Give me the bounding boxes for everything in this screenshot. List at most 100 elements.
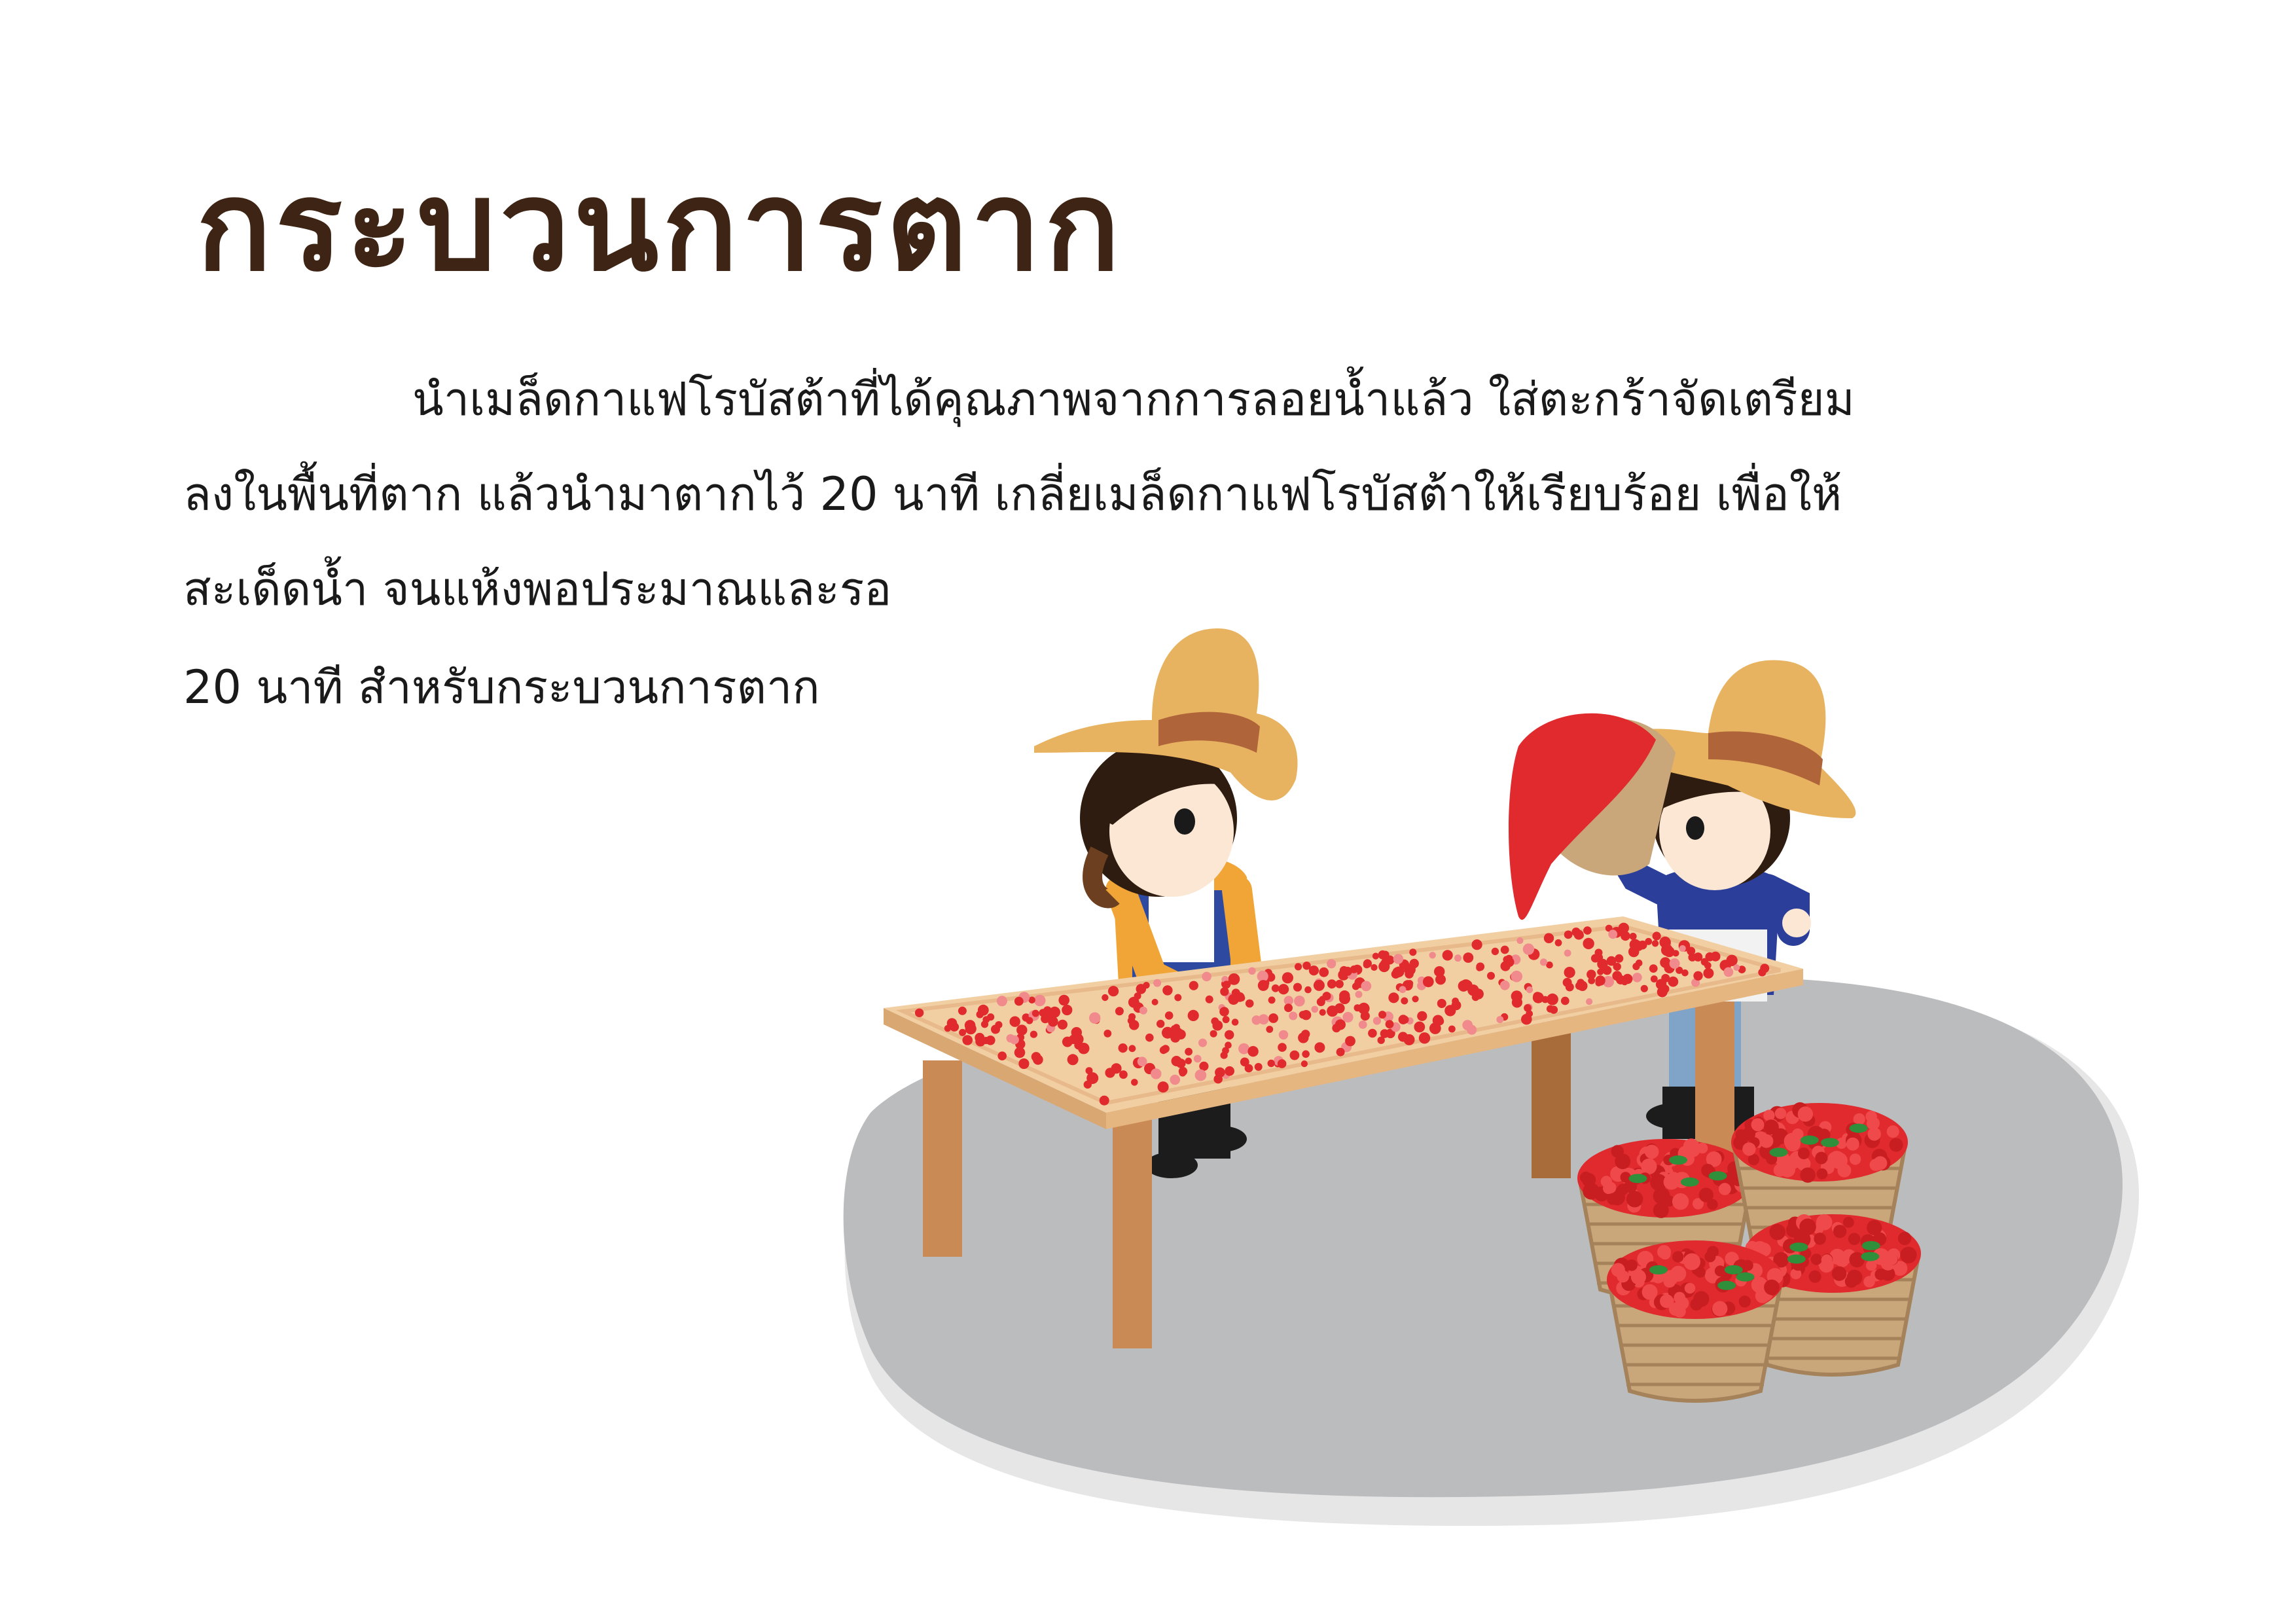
coffee-cherry [1115,1007,1124,1016]
cherry-basket [1607,1240,1784,1403]
coffee-cherry-baskets [1577,1102,1921,1403]
coffee-cherry [1302,1050,1310,1058]
coffee-cherry [1289,1050,1300,1060]
coffee-cherry [1372,952,1379,960]
coffee-cherry [958,1006,967,1015]
coffee-cherry [1153,979,1162,987]
coffee-cherry [1422,976,1434,988]
coffee-cherry [1399,986,1407,994]
coffee-cherry [1385,1020,1394,1029]
coffee-cherry [1377,1036,1385,1044]
coffee-cherry [1608,929,1618,939]
coffee-cherry [1398,1032,1408,1042]
coffee-cherry [1049,1006,1060,1018]
coffee-cherry [1151,998,1158,1005]
coffee-cherry [1164,1011,1174,1020]
coffee-cherry [950,1022,960,1032]
coffee-cherry [1058,994,1069,1006]
coffee-cherry [1669,958,1680,969]
coffee-cherry [1355,990,1363,998]
coffee-cherry [980,1020,989,1028]
coffee-cherry [1175,1029,1186,1040]
coffee-cherry [977,1004,989,1016]
coffee-cherry [1185,1057,1193,1065]
coffee-cherry [1560,996,1570,1005]
coffee-cherry [1516,937,1524,945]
coffee-cherry [1401,997,1408,1005]
coffee-cherry [1268,1013,1278,1023]
coffee-cherry [1612,971,1623,981]
coffee-cherry [1583,926,1592,935]
coffee-cherry [1179,1069,1187,1077]
coffee-cherry [1294,963,1302,971]
coffee-cherry [1089,1012,1101,1024]
coffee-cherry [1128,1013,1136,1020]
coffee-cherry [997,1051,1007,1060]
coffee-cherry [1491,947,1499,956]
coffee-cherry [1437,999,1446,1008]
coffee-cherry [1068,1034,1079,1044]
coffee-cherry [1319,967,1329,977]
coffee-cherry [1511,970,1522,983]
coffee-cherry [1564,930,1573,939]
coffee-cherry [1257,980,1269,991]
coffee-cherry [1014,1047,1026,1058]
coffee-cherry [1650,975,1658,983]
coffee-cherry [1128,996,1139,1008]
coffee-cherry [1452,998,1460,1005]
coffee-cherry [1511,997,1522,1008]
coffee-cherry [1171,1056,1182,1066]
coffee-cherry [1231,1019,1239,1026]
coffee-cherry [1700,958,1709,966]
coffee-cherry [1463,952,1474,963]
coffee-cherry [1476,962,1485,971]
coffee-cherry [1549,1005,1558,1014]
coffee-cherry [1434,966,1445,977]
coffee-cherry [1565,983,1574,992]
coffee-cherry [1016,1024,1028,1036]
coffee-cherry [1193,1055,1202,1063]
coffee-cherry [1429,952,1436,959]
coffee-cherry [1388,992,1399,1003]
coffee-cherry [1194,1069,1207,1081]
coffee-cherry [1278,1043,1287,1052]
coffee-cherry [1442,950,1453,961]
coffee-cherry [1339,990,1350,1001]
coffee-cherry [1651,940,1659,947]
coffee-cherry [1487,971,1495,980]
coffee-cherry [1311,1005,1319,1013]
coffee-cherry [1198,1038,1207,1047]
coffee-cherry [1103,1030,1112,1038]
coffee-cherry [1335,1003,1345,1014]
coffee-cherry [1372,1017,1381,1025]
coffee-cherry [1137,1056,1147,1067]
coffee-cherry [1067,1054,1079,1066]
coffee-cherry [1462,1020,1473,1030]
coffee-cherry [1336,1047,1345,1056]
coffee-cherry [1564,967,1575,979]
coffee-cherry [1649,964,1658,973]
coffee-cherry [1189,981,1198,990]
coffee-cherry [1128,1045,1136,1053]
coffee-cherry [1267,1059,1275,1068]
coffee-cherry [1062,1004,1073,1016]
coffee-cherry [1185,1047,1193,1056]
coffee-cherry [1244,1064,1253,1073]
coffee-cherry [1018,1058,1030,1070]
coffee-cherry [1473,988,1484,1000]
coffee-cherry [1294,996,1305,1007]
coffee-cherry [1526,986,1534,994]
coffee-cherry [1448,1025,1456,1033]
coffee-cherry [1033,994,1046,1007]
coffee-cherry [1554,939,1562,947]
coffee-cherry [1371,964,1378,971]
coffee-cherry [1342,1011,1354,1023]
coffee-cherry [1299,1011,1307,1019]
coffee-cherry [1401,1015,1409,1024]
coffee-cherry [1629,933,1637,940]
coffee-cherry [1205,995,1213,1003]
coffee-cherry [1282,972,1293,984]
coffee-cherry [1655,979,1667,990]
coffee-cherry [1219,1007,1229,1017]
coffee-cherry [1145,1033,1154,1042]
